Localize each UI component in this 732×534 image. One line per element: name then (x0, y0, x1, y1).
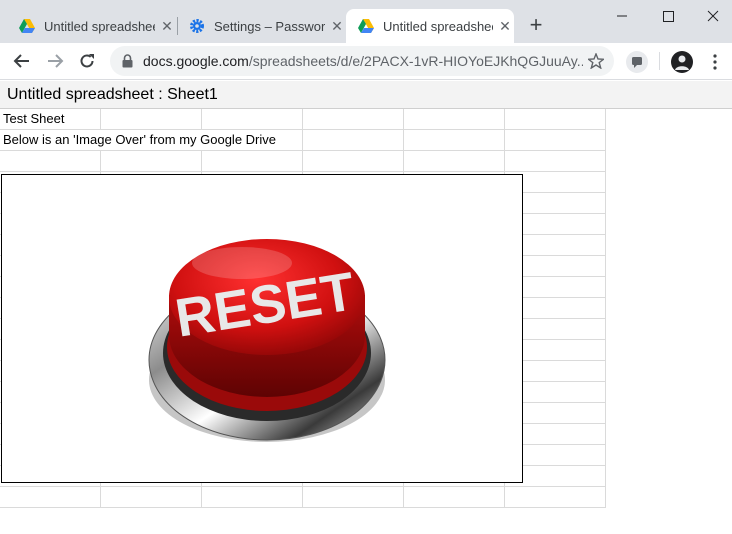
tab-title: Untitled spreadsheet (383, 18, 493, 34)
grid-cell (404, 151, 505, 172)
grid-cell (0, 487, 101, 508)
new-tab-button[interactable]: + (524, 14, 548, 38)
cell-a2: Below is an 'Image Over' from my Google … (0, 130, 276, 151)
settings-gear-icon (190, 19, 204, 33)
grid-cell (202, 487, 303, 508)
lock-icon (122, 54, 133, 68)
grid-cell (101, 130, 202, 151)
tab-title: Settings – Passwords (214, 18, 325, 34)
tab-settings-passwords[interactable]: Settings – Passwords ✕ (170, 9, 345, 43)
forward-arrow-icon (48, 54, 64, 68)
bookmark-star-icon[interactable] (588, 53, 604, 69)
toolbar-divider (659, 52, 660, 70)
forward-button[interactable] (43, 49, 67, 73)
tab-untitled-spreadsheet-active[interactable]: Untitled spreadsheet ✕ (346, 9, 514, 43)
grid-cell (101, 109, 202, 130)
grid-cell (404, 109, 505, 130)
minimize-icon (617, 15, 627, 17)
maximize-button[interactable] (645, 2, 691, 30)
url-host: docs.google.com (143, 53, 249, 69)
tab-untitled-spreadsheet-1[interactable]: Untitled spreadsheet ✕ (0, 9, 175, 43)
close-tab-icon[interactable]: ✕ (497, 18, 513, 34)
back-arrow-icon (13, 54, 29, 68)
reload-icon (80, 54, 94, 68)
grid-cell (202, 151, 303, 172)
browser-toolbar: docs.google.com/spreadsheets/d/e/2PACX-1… (0, 43, 732, 80)
grid-cell (505, 109, 606, 130)
cell-a1: Test Sheet (0, 109, 101, 130)
grid-cell (404, 487, 505, 508)
grid-cell (0, 151, 101, 172)
close-tab-icon[interactable]: ✕ (329, 18, 345, 34)
google-drive-icon (19, 19, 35, 33)
url-path: /spreadsheets/d/e/2PACX-1vR-HIOYoEJKhQGJ… (248, 53, 583, 69)
grid-cell (505, 130, 606, 151)
url-text: docs.google.com/spreadsheets/d/e/2PACX-1… (143, 53, 583, 69)
grid-cell (101, 151, 202, 172)
browser-menu-button[interactable] (703, 50, 727, 74)
kebab-menu-icon (713, 54, 717, 70)
sheet-title: Untitled spreadsheet : Sheet1 (7, 86, 218, 103)
grid-cell (303, 151, 404, 172)
minimize-button[interactable] (599, 2, 645, 30)
grid-cell (505, 487, 606, 508)
grid-cell (505, 151, 606, 172)
grid-cell (303, 487, 404, 508)
reload-button[interactable] (75, 49, 99, 73)
reset-button-image: RESET (148, 239, 386, 442)
grid-cell (303, 130, 404, 151)
embedded-image-over-cells: RESET (1, 174, 523, 483)
grid-cell (404, 130, 505, 151)
profile-avatar[interactable] (670, 50, 694, 74)
maximize-icon (663, 11, 674, 22)
tab-strip: Untitled spreadsheet ✕ Settings – Passwo… (0, 0, 732, 43)
grid-cell (202, 109, 303, 130)
grid-cell (101, 487, 202, 508)
back-button[interactable] (10, 49, 34, 73)
extension-chat-icon (626, 51, 648, 73)
tab-title: Untitled spreadsheet (44, 18, 155, 34)
grid-cell (303, 109, 404, 130)
grid-cell (202, 130, 303, 151)
extension-button[interactable] (625, 50, 649, 74)
close-window-button[interactable] (690, 2, 732, 30)
published-sheet-header: Untitled spreadsheet : Sheet1 (0, 81, 732, 109)
avatar-icon (671, 51, 693, 73)
address-bar[interactable]: docs.google.com/spreadsheets/d/e/2PACX-1… (110, 46, 614, 76)
google-drive-icon (358, 19, 374, 33)
close-icon (707, 10, 719, 22)
